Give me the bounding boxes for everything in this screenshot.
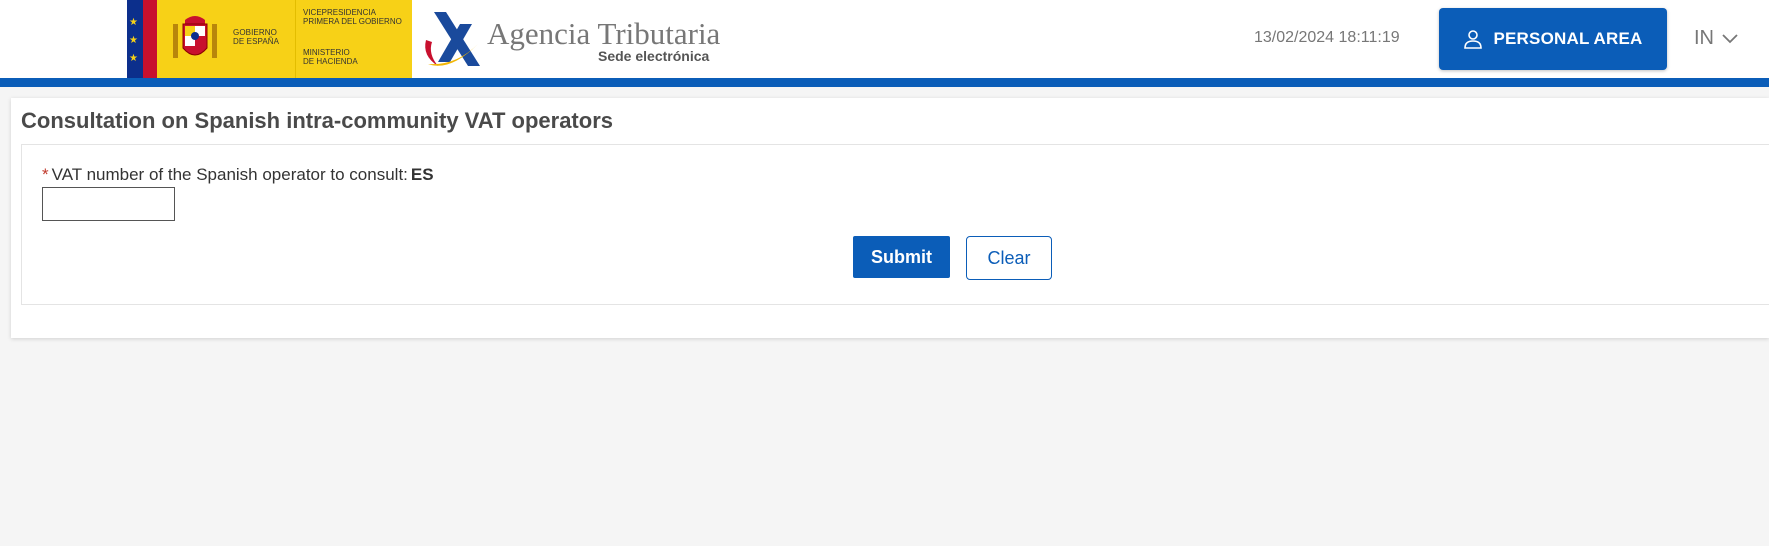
personal-area-label: PERSONAL AREA — [1493, 29, 1643, 48]
vice-text: VICEPRESIDENCIA PRIMERA DEL GOBIERNO — [303, 8, 402, 26]
language-label: IN — [1694, 27, 1714, 49]
ministry-text: MINISTERIO DE HACIENDA — [303, 48, 358, 66]
min-line1: MINISTERIO — [303, 48, 350, 57]
submit-button[interactable]: Submit — [853, 236, 950, 278]
form-panel: * VAT number of the Spanish operator to c… — [21, 144, 1769, 305]
vat-label-text: VAT number of the Spanish operator to co… — [51, 165, 408, 184]
vat-country-prefix: ES — [410, 165, 434, 184]
vice-line2: PRIMERA DEL GOBIERNO — [303, 17, 402, 26]
gov-line1: GOBIERNO — [233, 28, 277, 37]
clear-button[interactable]: Clear — [966, 236, 1052, 280]
page-title: Consultation on Spanish intra-community … — [21, 108, 613, 133]
divider — [295, 0, 296, 78]
agency-subtitle: Sede electrónica — [598, 48, 710, 64]
vice-line1: VICEPRESIDENCIA — [303, 8, 376, 17]
agency-name: Agencia Tributaria — [487, 16, 721, 51]
header-accent-bar — [0, 78, 1769, 87]
vat-consultation-card: Consultation on Spanish intra-community … — [11, 98, 1769, 338]
current-datetime: 13/02/2024 18:11:19 — [1254, 29, 1400, 46]
agencia-tributaria-logo-icon — [425, 12, 480, 66]
min-line2: DE HACIENDA — [303, 57, 358, 66]
vat-number-input[interactable] — [42, 187, 175, 221]
site-header: ★ ★ ★ GOBIERNO DE ESPAÑA VICEPRESIDENCIA… — [0, 0, 1769, 78]
government-logo: ★ ★ ★ GOBIERNO DE ESPAÑA VICEPRESIDENCIA… — [127, 0, 412, 78]
gov-text: GOBIERNO DE ESPAÑA — [233, 28, 279, 46]
personal-area-button[interactable]: PERSONAL AREA — [1439, 8, 1667, 70]
chevron-down-icon — [1722, 33, 1738, 43]
user-icon — [1464, 30, 1483, 49]
language-selector[interactable]: IN — [1694, 27, 1738, 50]
vat-field-label: * VAT number of the Spanish operator to c… — [42, 165, 434, 185]
coat-of-arms-icon — [173, 16, 217, 58]
required-marker: * — [42, 165, 49, 184]
gov-line2: DE ESPAÑA — [233, 37, 280, 46]
eu-spain-flag-icon: ★ ★ ★ — [127, 0, 157, 78]
